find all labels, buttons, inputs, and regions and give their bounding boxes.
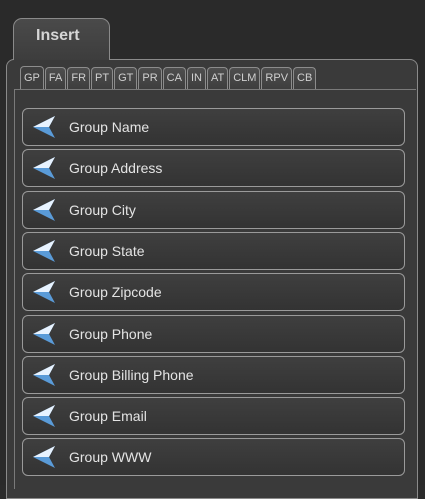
item-label: Group State <box>69 243 145 259</box>
insert-group-email-button[interactable]: Group Email <box>22 397 405 435</box>
tab-gt[interactable]: GT <box>114 67 138 89</box>
insert-group-phone-button[interactable]: Group Phone <box>22 315 405 353</box>
tab-pr[interactable]: PR <box>138 67 162 89</box>
tab-insert-label: Insert <box>36 27 80 44</box>
item-label: Group Phone <box>69 326 153 342</box>
tab-insert[interactable]: Insert <box>13 18 110 60</box>
item-label: Group City <box>69 202 136 218</box>
arrow-left-icon <box>33 405 55 427</box>
tab-fr[interactable]: FR <box>67 67 91 89</box>
tab-at[interactable]: AT <box>206 67 229 89</box>
insert-group-state-button[interactable]: Group State <box>22 232 405 270</box>
item-label: Group WWW <box>69 449 152 465</box>
insert-group-name-button[interactable]: Group Name <box>22 108 405 146</box>
tab-in[interactable]: IN <box>186 67 206 89</box>
insert-group-billing-phone-button[interactable]: Group Billing Phone <box>22 356 405 394</box>
insert-group-zipcode-button[interactable]: Group Zipcode <box>22 273 405 311</box>
arrow-left-icon <box>33 240 55 262</box>
tab-pt[interactable]: PT <box>91 67 114 89</box>
arrow-left-icon <box>33 199 55 221</box>
arrow-left-icon <box>33 323 55 345</box>
item-label: Group Billing Phone <box>69 367 194 383</box>
insert-window: Insert GP FA FR PT GT PR CA IN AT CLM RP… <box>0 0 425 499</box>
arrow-left-icon <box>33 116 55 138</box>
tab-cb[interactable]: CB <box>293 67 317 89</box>
item-label: Group Zipcode <box>69 284 162 300</box>
arrow-left-icon <box>33 157 55 179</box>
insert-group-city-button[interactable]: Group City <box>22 191 405 229</box>
arrow-left-icon <box>33 446 55 468</box>
item-label: Group Email <box>69 408 147 424</box>
item-label: Group Address <box>69 160 163 176</box>
tab-fa[interactable]: FA <box>44 67 67 89</box>
tab-clm[interactable]: CLM <box>229 67 261 89</box>
inner-tab-strip: GP FA FR PT GT PR CA IN AT CLM RPV CB <box>20 66 317 90</box>
arrow-left-icon <box>33 364 55 386</box>
insert-group-www-button[interactable]: Group WWW <box>22 438 405 476</box>
tab-gp[interactable]: GP <box>20 66 44 90</box>
item-label: Group Name <box>69 119 150 135</box>
arrow-left-icon <box>33 281 55 303</box>
tab-rpv[interactable]: RPV <box>261 67 293 89</box>
tab-ca[interactable]: CA <box>162 67 186 89</box>
insert-group-address-button[interactable]: Group Address <box>22 149 405 187</box>
